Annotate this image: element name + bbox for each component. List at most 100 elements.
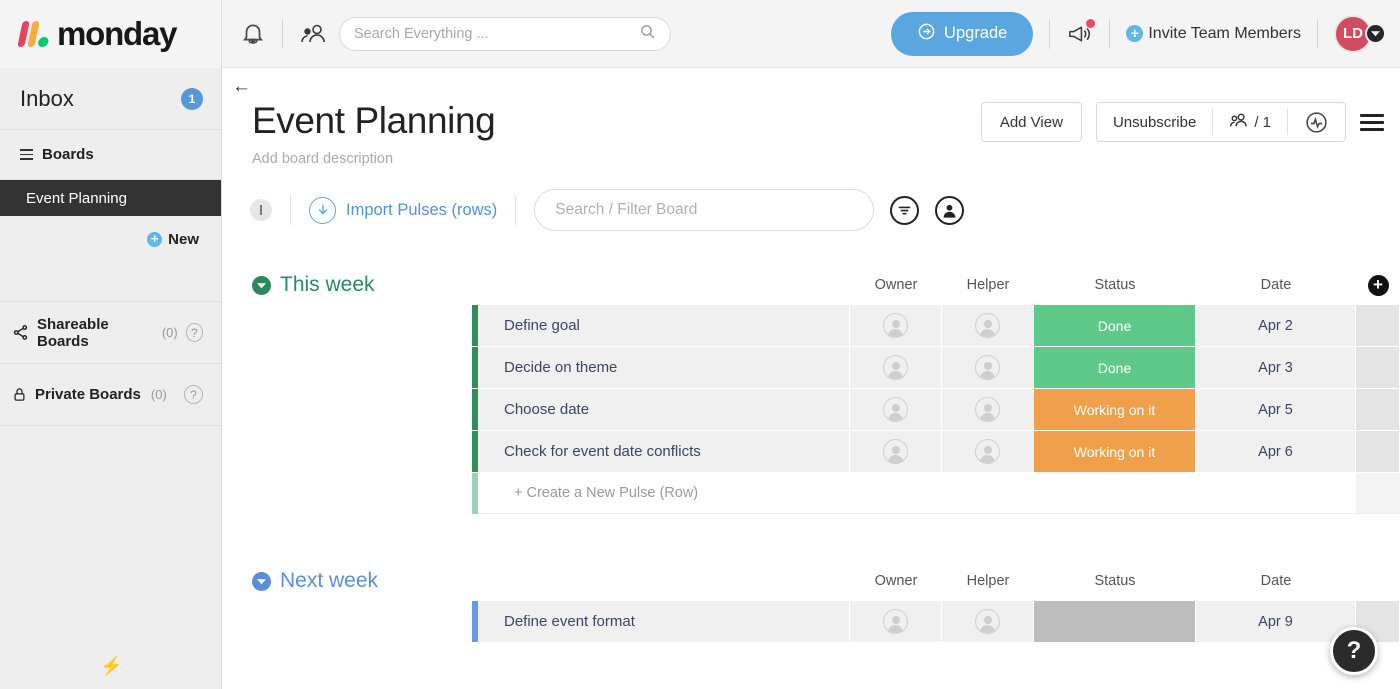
board-header: ← Event Planning Add board description A… [222, 68, 1400, 167]
group-title[interactable]: Next week [280, 569, 378, 593]
cell-helper[interactable] [942, 601, 1034, 642]
group-title[interactable]: This week [280, 273, 375, 297]
filter-icon[interactable] [890, 196, 919, 225]
cell-owner[interactable] [850, 601, 942, 642]
create-new-pulse-label[interactable]: + Create a New Pulse (Row) [478, 473, 1356, 514]
cell-helper[interactable] [942, 305, 1034, 346]
board-subscribe-group: Unsubscribe / 1 [1096, 102, 1346, 142]
help-button[interactable]: ? [1330, 627, 1378, 675]
hamburger-menu-icon[interactable] [1360, 114, 1384, 131]
cell-owner[interactable] [850, 305, 942, 346]
sidebar-item-inbox[interactable]: Inbox 1 [0, 68, 221, 130]
cell-owner[interactable] [850, 431, 942, 472]
sidebar-divider [0, 262, 221, 302]
table-row[interactable]: Define event format Apr 9 [472, 601, 1400, 642]
filter-board-input[interactable] [555, 201, 853, 219]
collapse-chevron-icon[interactable] [252, 572, 271, 591]
cell-date[interactable]: Apr 3 [1196, 347, 1356, 388]
monday-logo-marks [17, 21, 53, 47]
table-row[interactable]: Decide on theme Done Apr 3 [472, 347, 1400, 388]
info-bar-icon[interactable] [250, 199, 272, 221]
back-arrow-icon[interactable]: ← [232, 76, 251, 98]
invite-team-members-button[interactable]: + Invite Team Members [1126, 25, 1301, 43]
chevron-down-icon[interactable] [1365, 23, 1386, 44]
cell-date[interactable]: Apr 5 [1196, 389, 1356, 430]
status-badge[interactable]: Done [1034, 347, 1196, 388]
search-icon [639, 23, 656, 45]
people-icon [1229, 112, 1249, 133]
lightning-bolt-icon[interactable]: ⚡ [100, 656, 122, 677]
bell-icon[interactable] [240, 21, 266, 47]
add-view-button[interactable]: Add View [981, 102, 1082, 142]
sidebar-item-event-planning[interactable]: Event Planning [0, 180, 221, 216]
column-header-date[interactable]: Date [1196, 277, 1356, 293]
cell-extra [1356, 431, 1400, 472]
cell-extra [1356, 389, 1400, 430]
main-area: Upgrade + Invite Team Members LD ← [222, 0, 1400, 689]
people-icon[interactable] [299, 21, 327, 47]
column-header-status[interactable]: Status [1034, 573, 1196, 589]
column-header-owner[interactable]: Owner [850, 573, 942, 589]
column-header-date[interactable]: Date [1196, 573, 1356, 589]
cell-owner[interactable] [850, 389, 942, 430]
status-badge[interactable]: Working on it [1034, 389, 1196, 430]
collapse-chevron-icon[interactable] [252, 276, 271, 295]
row-title[interactable]: Define goal [478, 305, 850, 346]
cell-date[interactable]: Apr 9 [1196, 601, 1356, 642]
help-icon[interactable]: ? [186, 323, 203, 342]
status-badge[interactable]: Done [1034, 305, 1196, 346]
board-members-button[interactable]: / 1 [1213, 103, 1287, 141]
group-header-next-week: Next week Owner Helper Status Date [222, 561, 1400, 601]
board-table: This week Owner Helper Status Date + Def… [222, 265, 1400, 642]
plus-icon: + [1126, 25, 1143, 42]
logo[interactable]: monday [0, 0, 221, 68]
activity-pulse-icon[interactable] [1288, 103, 1345, 141]
search-everything-field[interactable] [339, 17, 671, 51]
row-title[interactable]: Check for event date conflicts [478, 431, 850, 472]
status-badge[interactable]: Working on it [1034, 431, 1196, 472]
cell-date[interactable]: Apr 6 [1196, 431, 1356, 472]
megaphone-icon[interactable] [1066, 22, 1093, 46]
upgrade-button[interactable]: Upgrade [891, 12, 1033, 56]
search-input[interactable] [354, 26, 639, 42]
notification-dot [1086, 19, 1095, 28]
cell-helper[interactable] [942, 389, 1034, 430]
status-badge[interactable] [1034, 601, 1196, 642]
upgrade-icon [917, 22, 936, 46]
help-icon[interactable]: ? [184, 385, 203, 404]
inbox-label: Inbox [20, 86, 74, 112]
add-column-icon[interactable]: + [1368, 275, 1389, 296]
new-board-button[interactable]: + New [0, 216, 221, 262]
row-title[interactable]: Choose date [478, 389, 850, 430]
column-header-status[interactable]: Status [1034, 277, 1196, 293]
cell-helper[interactable] [942, 347, 1034, 388]
row-title[interactable]: Decide on theme [478, 347, 850, 388]
cell-helper[interactable] [942, 431, 1034, 472]
table-row[interactable]: Check for event date conflicts Working o… [472, 431, 1400, 472]
table-row[interactable]: Choose date Working on it Apr 5 [472, 389, 1400, 430]
row-title[interactable]: Define event format [478, 601, 850, 642]
upgrade-label: Upgrade [944, 24, 1007, 43]
column-header-owner[interactable]: Owner [850, 277, 942, 293]
divider [290, 195, 291, 225]
sidebar: monday Inbox 1 Boards Event Planning + N… [0, 0, 222, 689]
board-toolbar: Import Pulses (rows) [222, 167, 1400, 231]
person-filter-icon[interactable] [935, 196, 964, 225]
active-board-label: Event Planning [26, 190, 127, 207]
cell-date[interactable]: Apr 2 [1196, 305, 1356, 346]
cell-owner[interactable] [850, 347, 942, 388]
sidebar-item-boards[interactable]: Boards [0, 130, 221, 180]
column-header-helper[interactable]: Helper [942, 573, 1034, 589]
sidebar-item-shareable-boards[interactable]: Shareable Boards (0) ? [0, 302, 221, 364]
cell-extra [1356, 473, 1400, 514]
board-description[interactable]: Add board description [252, 151, 1400, 167]
create-new-pulse-row[interactable]: + Create a New Pulse (Row) [472, 473, 1400, 514]
filter-board-field[interactable] [534, 189, 874, 231]
import-pulses-button[interactable]: Import Pulses (rows) [309, 197, 497, 224]
download-circle-icon [309, 197, 336, 224]
sidebar-item-private-boards[interactable]: Private Boards (0) ? [0, 364, 221, 426]
table-row[interactable]: Define goal Done Apr 2 [472, 305, 1400, 346]
inbox-badge: 1 [181, 88, 203, 110]
column-header-helper[interactable]: Helper [942, 277, 1034, 293]
unsubscribe-button[interactable]: Unsubscribe [1097, 103, 1212, 141]
